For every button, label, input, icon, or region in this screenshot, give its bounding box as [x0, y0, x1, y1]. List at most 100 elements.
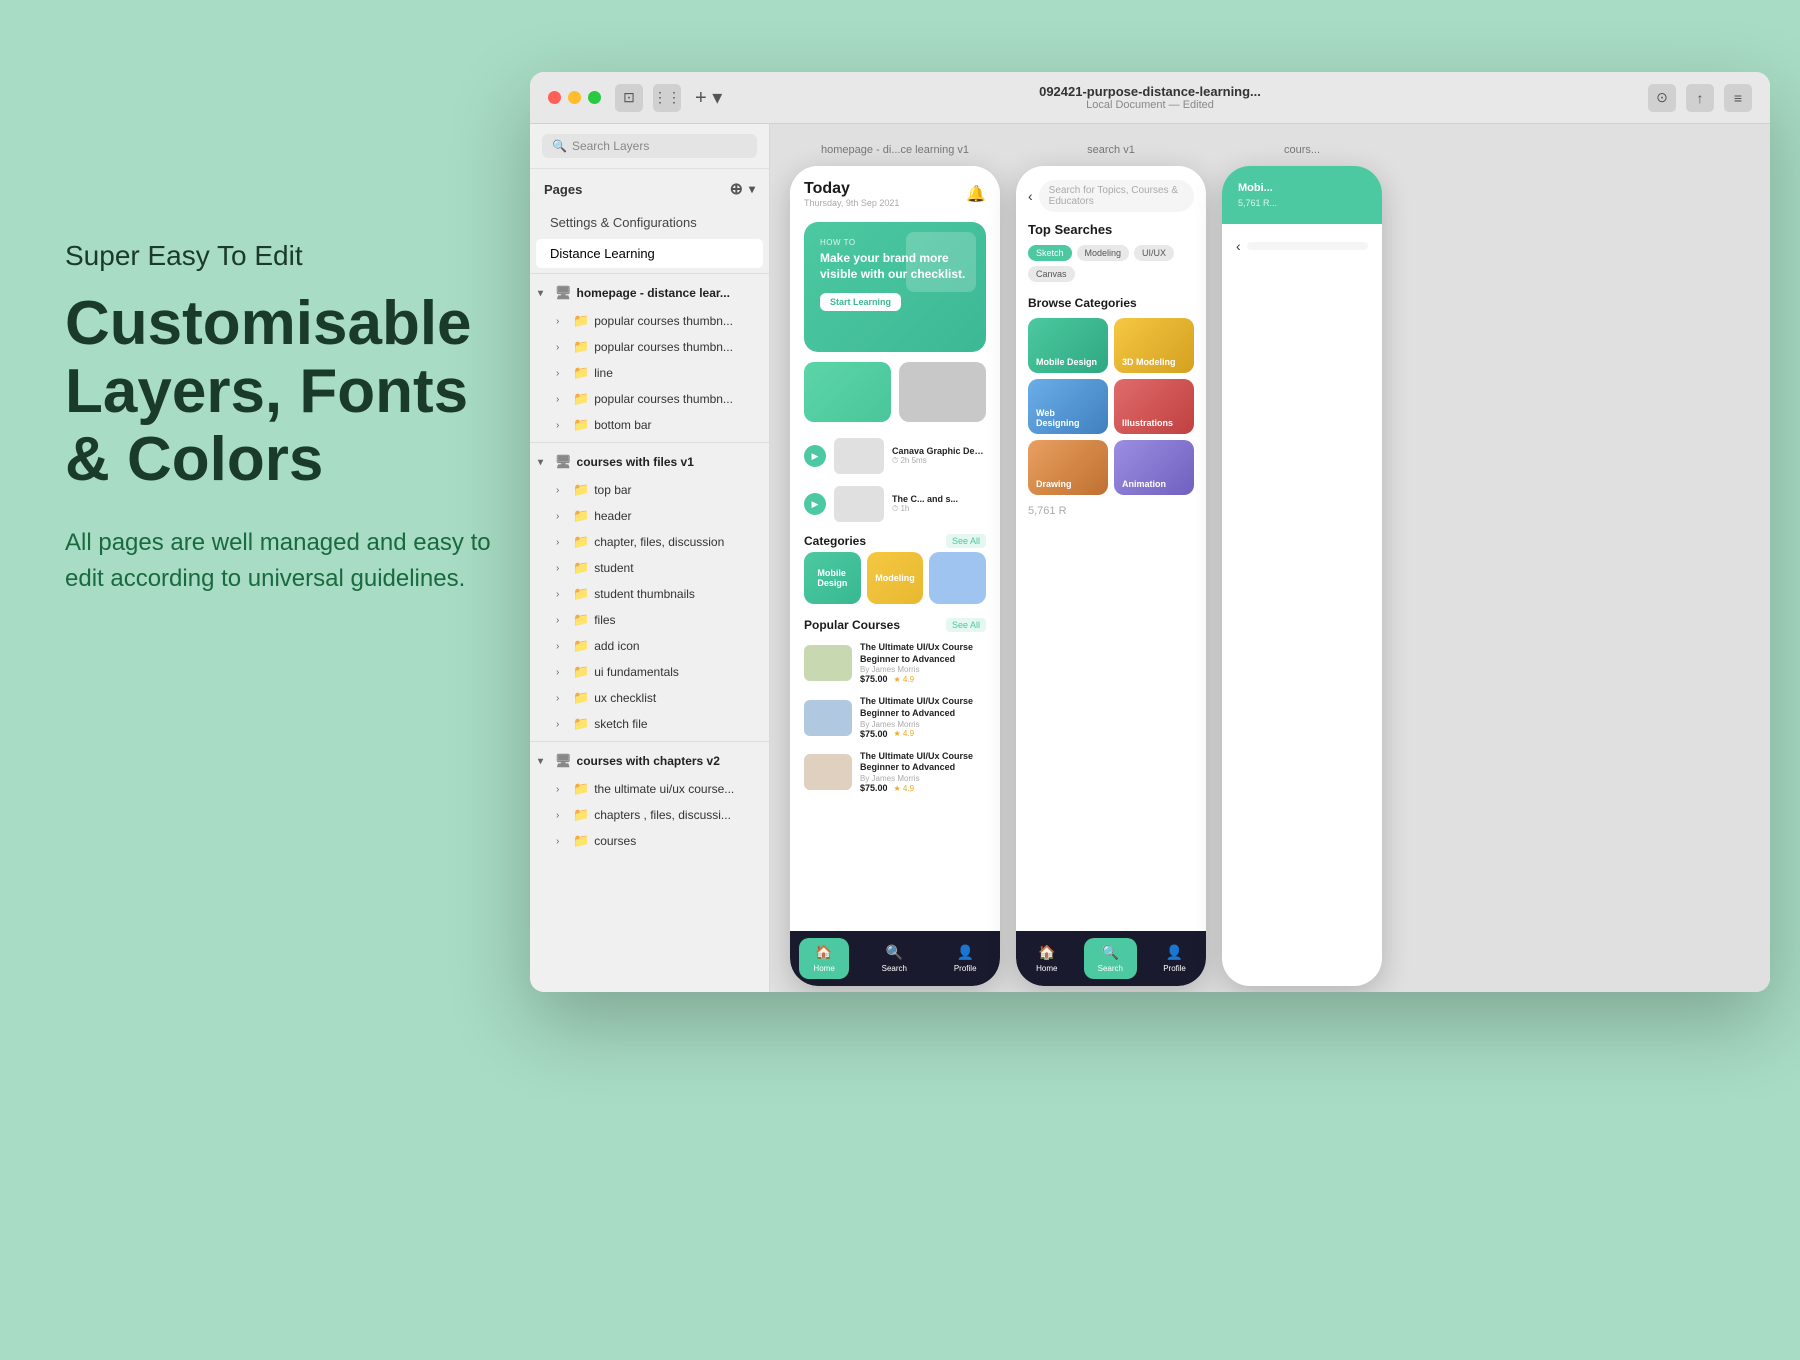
layer-student[interactable]: › 📁 student [548, 555, 769, 581]
pop-price-2: $75.00 [860, 729, 888, 739]
play-button-1[interactable]: ▶ [804, 445, 826, 467]
browse-illustrations[interactable]: Illustrations [1114, 379, 1194, 434]
browse-drawing[interactable]: Drawing [1028, 440, 1108, 495]
frame-icon[interactable]: ⊡ [615, 84, 643, 112]
pop-title-1: The Ultimate UI/Ux Course Beginner to Ad… [860, 642, 986, 665]
search-icon-2: 🔍 [1102, 944, 1119, 961]
popular-course-2[interactable]: The Ultimate UI/Ux Course Beginner to Ad… [790, 690, 1000, 744]
browse-animation[interactable]: Animation [1114, 440, 1194, 495]
layer-popular-1[interactable]: › 📁 popular courses thumbn... [548, 308, 769, 334]
back-arrow-icon[interactable]: ‹ [1028, 188, 1033, 204]
page-settings[interactable]: Settings & Configurations [536, 208, 763, 237]
layer-line[interactable]: › 📁 line [548, 360, 769, 386]
layer-ux-checklist[interactable]: › 📁 ux checklist [548, 685, 769, 711]
third-preview-column: cours... Mobi... 5,761 R... ‹ [1222, 144, 1382, 972]
category-chips: MobileDesign Modeling [790, 552, 1000, 612]
third-search [1247, 242, 1368, 250]
document-title: 092421-purpose-distance-learning... Loca… [1039, 84, 1261, 111]
browse-web-designing[interactable]: Web Designing [1028, 379, 1108, 434]
play-button-2[interactable]: ▶ [804, 493, 826, 515]
phone-top-bar: Today Thursday, 9th Sep 2021 🔔 [790, 166, 1000, 222]
course-thumb-1 [834, 438, 884, 474]
layer-ultimate-course[interactable]: › 📁 the ultimate ui/ux course... [548, 776, 769, 802]
browse-3d-modeling[interactable]: 3D Modeling [1114, 318, 1194, 373]
export-icon[interactable]: ↑ [1686, 84, 1714, 112]
search-bottom-nav: 🏠 Home 🔍 Search 👤 Profile [1016, 931, 1206, 986]
layer-popular-3[interactable]: › 📁 popular courses thumbn... [548, 386, 769, 412]
pop-author-1: By James Morris [860, 665, 986, 674]
layer-top-bar[interactable]: › 📁 top bar [548, 477, 769, 503]
popular-course-1[interactable]: The Ultimate UI/Ux Course Beginner to Ad… [790, 636, 1000, 690]
layer-sketch-file[interactable]: › 📁 sketch file [548, 711, 769, 737]
expand-arrow-icon-2: ▾ [538, 457, 550, 468]
layer-bottom-bar[interactable]: › 📁 bottom bar [548, 412, 769, 438]
monitor-icon-2: 🖥 [555, 454, 572, 470]
maximize-button[interactable] [588, 91, 601, 104]
minimize-button[interactable] [568, 91, 581, 104]
layer-group-files[interactable]: ▾ 🖥 courses with files v1 [530, 447, 769, 477]
layer-group-chapters[interactable]: ▾ 🖥 courses with chapters v2 [530, 746, 769, 776]
pop-price-3: $75.00 [860, 783, 888, 793]
pop-info-2: The Ultimate UI/Ux Course Beginner to Ad… [860, 696, 986, 738]
layer-popular-2[interactable]: › 📁 popular courses thumbn... [548, 334, 769, 360]
pop-title-2: The Ultimate UI/Ux Course Beginner to Ad… [860, 696, 986, 719]
homepage-screen: Today Thursday, 9th Sep 2021 🔔 HOW TO Ma… [790, 166, 1000, 931]
cat-mobile-design[interactable]: MobileDesign [804, 552, 861, 604]
course-thumb-2 [834, 486, 884, 522]
search-nav-profile[interactable]: 👤 Profile [1149, 938, 1200, 979]
tag-canvas[interactable]: Canvas [1028, 266, 1075, 282]
inspect-icon[interactable]: ⊙ [1648, 84, 1676, 112]
monitor-icon: 🖥 [555, 285, 572, 301]
cat-modeling[interactable]: Modeling [867, 552, 924, 604]
nav-search[interactable]: 🔍 Search [868, 938, 921, 979]
pages-header: Pages ⊕ ▾ [530, 169, 769, 207]
expand-arrow-icon-3: ▾ [538, 756, 550, 767]
layer-group-homepage[interactable]: ▾ 🖥 homepage - distance lear... [530, 278, 769, 308]
title-bar: ⊡ ⋮⋮ + ▾ 092421-purpose-distance-learnin… [530, 72, 1770, 124]
tag-modeling[interactable]: Modeling [1077, 245, 1130, 261]
layer-chapters-files-disc[interactable]: › 📁 chapters , files, discussi... [548, 802, 769, 828]
add-page-icon[interactable]: ⊕ [730, 179, 743, 199]
layer-student-thumbnails[interactable]: › 📁 student thumbnails [548, 581, 769, 607]
layer-ui-fundamentals[interactable]: › 📁 ui fundamentals [548, 659, 769, 685]
tag-uiux[interactable]: UI/UX [1134, 245, 1174, 261]
course-list-item-1[interactable]: ▶ Canava Graphic Design Course - Beginne… [790, 432, 1000, 480]
search-tags: Sketch Modeling UI/UX Canvas [1028, 245, 1194, 282]
course-list-item-2[interactable]: ▶ The C... and s... ⏱ 1h [790, 480, 1000, 528]
tag-sketch[interactable]: Sketch [1028, 245, 1072, 261]
course-info-2: The C... and s... ⏱ 1h [892, 494, 986, 514]
chapters-group-label: courses with chapters v2 [577, 754, 761, 768]
search-screen: ‹ Search for Topics, Courses & Educators… [1016, 166, 1206, 931]
layer-courses[interactable]: › 📁 courses [548, 828, 769, 854]
categories-row: Categories See All [790, 528, 1000, 552]
third-screen-content: ‹ [1222, 224, 1382, 798]
add-button[interactable]: + ▾ [695, 85, 722, 110]
layer-add-icon[interactable]: › 📁 add icon [548, 633, 769, 659]
search-nav-home[interactable]: 🏠 Home [1022, 938, 1071, 979]
layer-files[interactable]: › 📁 files [548, 607, 769, 633]
popular-courses-title: Popular Courses [804, 618, 900, 632]
grid-icon[interactable]: ⋮⋮ [653, 84, 681, 112]
categories-see-all[interactable]: See All [946, 534, 986, 548]
notification-bell-icon[interactable]: 🔔 [966, 184, 986, 204]
page-distance-learning[interactable]: Distance Learning [536, 239, 763, 268]
nav-profile[interactable]: 👤 Profile [940, 938, 991, 979]
layer-search-box[interactable]: 🔍 Search Layers [542, 134, 757, 158]
close-button[interactable] [548, 91, 561, 104]
search-nav-search[interactable]: 🔍 Search [1084, 938, 1137, 979]
popular-course-3[interactable]: The Ultimate UI/Ux Course Beginner to Ad… [790, 745, 1000, 799]
share-icon[interactable]: ≡ [1724, 84, 1752, 112]
layer-header[interactable]: › 📁 header [548, 503, 769, 529]
pop-info-3: The Ultimate UI/Ux Course Beginner to Ad… [860, 751, 986, 793]
cat-more[interactable] [929, 552, 986, 604]
thumb-card-2 [899, 362, 986, 422]
banner-start-learning-btn[interactable]: Start Learning [820, 293, 901, 311]
popular-courses-row: Popular Courses See All [790, 612, 1000, 636]
browse-mobile-design[interactable]: Mobile Design [1028, 318, 1108, 373]
popular-see-all[interactable]: See All [946, 618, 986, 632]
search-input[interactable]: Search for Topics, Courses & Educators [1039, 180, 1194, 212]
layer-chapter-files[interactable]: › 📁 chapter, files, discussion [548, 529, 769, 555]
pages-chevron-icon[interactable]: ▾ [749, 182, 755, 196]
nav-home[interactable]: 🏠 Home [799, 938, 848, 979]
thumb-card-1 [804, 362, 891, 422]
